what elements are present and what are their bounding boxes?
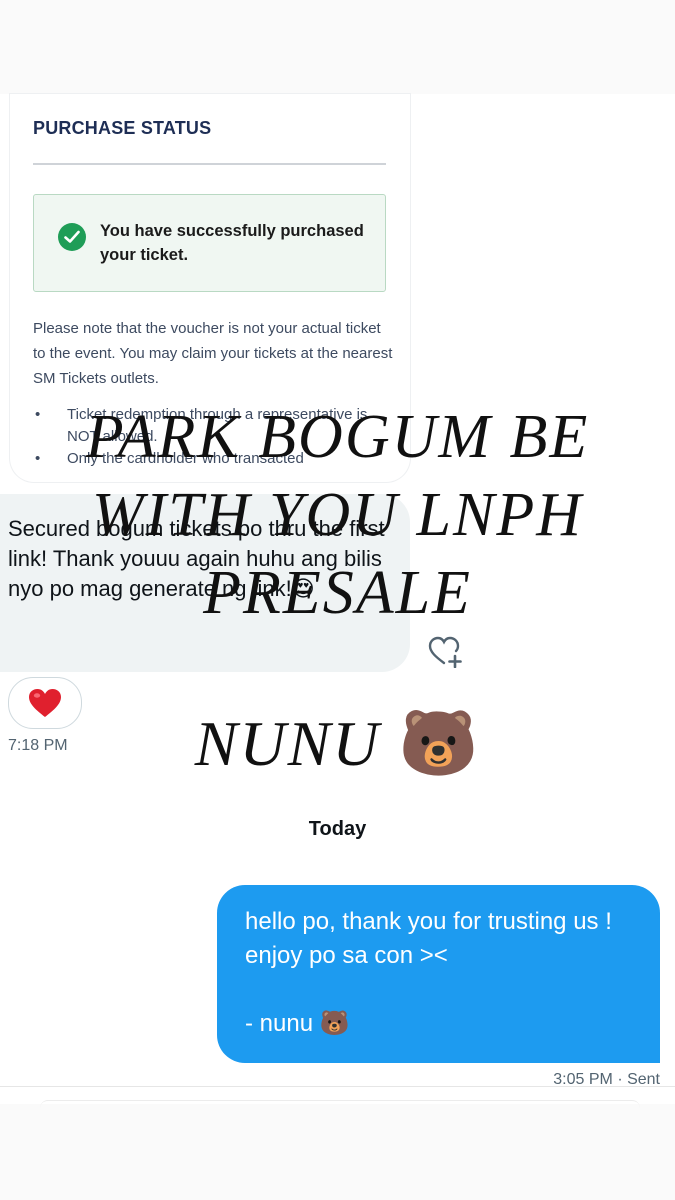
- success-alert: You have successfully purchased your tic…: [33, 194, 386, 292]
- success-message: You have successfully purchased your tic…: [100, 222, 364, 264]
- composer-edge: [40, 1100, 640, 1109]
- voucher-note: Please note that the voucher is not your…: [33, 320, 393, 387]
- purchase-status-title: PURCHASE STATUS: [33, 118, 212, 138]
- check-circle-icon: [58, 223, 86, 251]
- day-divider: Today: [308, 818, 367, 840]
- bottom-blank-area: [0, 1104, 675, 1200]
- divider: [0, 1086, 675, 1087]
- top-blank-area: [0, 0, 675, 94]
- outgoing-message-text: hello po, thank you for trusting us ! en…: [245, 908, 612, 1037]
- story-signature-overlay: NUNU 🐻: [0, 706, 675, 782]
- outgoing-message-bubble[interactable]: hello po, thank you for trusting us ! en…: [217, 885, 660, 1063]
- signature-text: NUNU: [194, 708, 381, 779]
- bear-icon: 🐻: [398, 707, 481, 781]
- divider: [33, 163, 386, 165]
- heart-plus-icon[interactable]: [428, 636, 464, 669]
- story-title-overlay: PARK BOGUM BE WITH YOU LNPH PRESALE: [85, 403, 590, 627]
